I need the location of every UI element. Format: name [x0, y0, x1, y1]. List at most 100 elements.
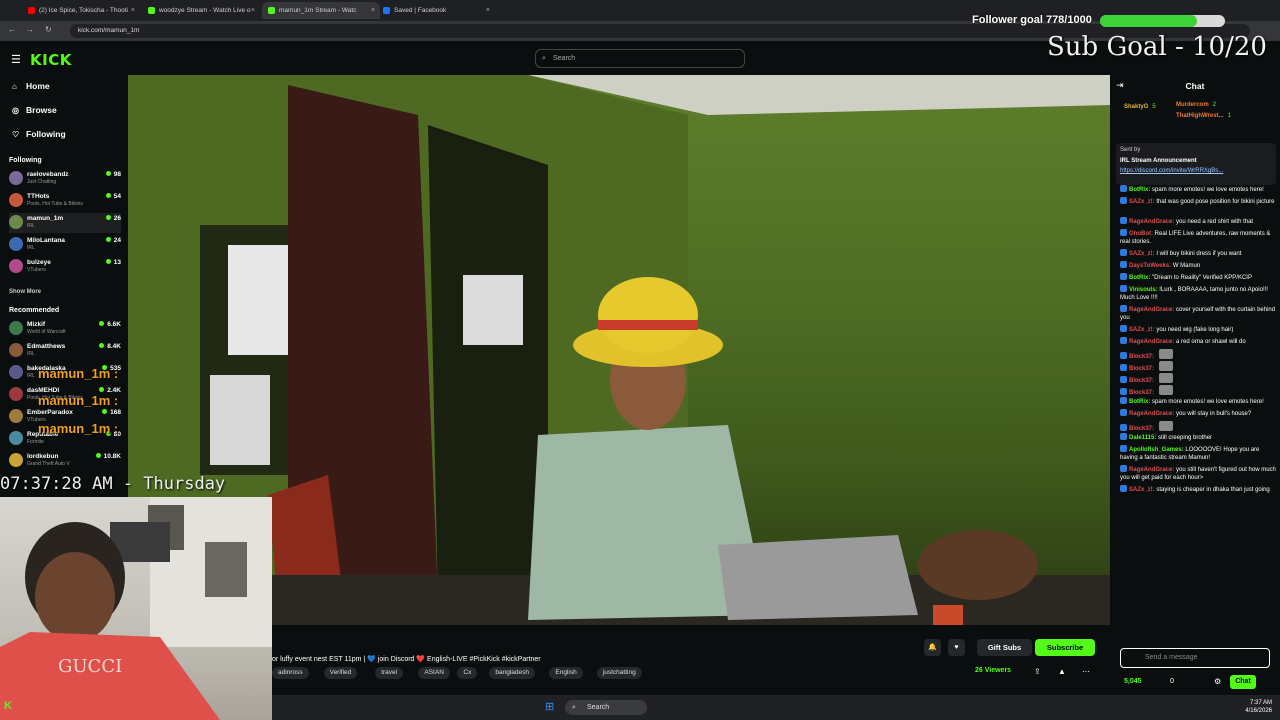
verified-badge-icon — [1120, 409, 1127, 416]
chat-username[interactable]: SAZx_z!: — [1129, 251, 1155, 257]
picture-frame — [205, 542, 247, 597]
chat-username[interactable]: RageAndGrace: — [1129, 467, 1174, 473]
sidebar-channel[interactable]: bulzeye VTubers 13 — [9, 257, 121, 277]
chat-username[interactable]: Dale1115: — [1129, 435, 1156, 441]
sidebar-channel[interactable]: Mizkif World of Warcraft 6.6K — [9, 319, 121, 339]
chat-username[interactable]: SAZx_z!: — [1129, 327, 1155, 333]
subscribe-button[interactable]: Subscribe — [1035, 639, 1095, 656]
chat-username[interactable]: Vinisouls: — [1129, 287, 1158, 293]
channel-points[interactable]: 5,045 — [1124, 678, 1142, 685]
browser-tab[interactable]: Saved | Facebook × — [377, 2, 495, 19]
sidebar-channel[interactable]: MiloLantana IRL 24 — [9, 235, 121, 255]
chat-send-button[interactable]: Chat — [1230, 675, 1256, 689]
tab-favicon-icon — [28, 7, 35, 14]
stream-tag[interactable]: Cx — [457, 667, 478, 679]
chat-message: BotRix: "Dream to Reality" Verified KPP/… — [1120, 273, 1276, 282]
sidebar-nav-following[interactable]: ♡ Following — [12, 129, 66, 139]
chat-message-input[interactable]: Send a message — [1120, 648, 1270, 668]
stream-tag[interactable]: justchatting — [596, 667, 642, 679]
back-icon[interactable]: ← — [8, 25, 16, 34]
stream-tag[interactable]: English — [549, 667, 583, 679]
tab-favicon-icon — [148, 7, 155, 14]
kick-logo[interactable]: KICK — [30, 51, 72, 69]
windows-start-icon[interactable]: ⊞ — [545, 700, 554, 713]
verified-badge-icon — [1120, 388, 1127, 395]
forward-icon[interactable]: → — [26, 25, 34, 34]
follow-heart-icon[interactable]: ♥ — [948, 639, 965, 656]
chat-username[interactable]: RageAndGrace: — [1129, 307, 1174, 313]
chat-text: you need a red shirt with that — [1176, 219, 1254, 225]
chat-username[interactable]: BotRix: — [1129, 399, 1150, 405]
channel-name: MiloLantana — [27, 237, 65, 244]
top-gifter: ThatHighWrest... 1 — [1176, 112, 1271, 120]
sidebar-channel[interactable]: mamun_1m IRL 26 — [9, 213, 121, 233]
sidebar-nav-browse[interactable]: ◎ Browse — [12, 105, 57, 115]
menu-icon[interactable]: ☰ — [11, 53, 21, 66]
stream-tag[interactable]: Verified — [323, 667, 358, 679]
chat-username[interactable]: GhoBot: — [1129, 231, 1153, 237]
announcement-link[interactable]: https://discord.com/invite/WrRRXgBs... — [1120, 167, 1276, 175]
search-input[interactable]: ⌕ Search — [535, 49, 745, 68]
gifter-count: 5 — [1152, 104, 1156, 110]
browser-tab[interactable]: woodzye Stream - Watch Live o × — [142, 2, 260, 19]
chat-username[interactable]: Block37: — [1129, 366, 1154, 372]
show-more-link[interactable]: Show More — [9, 289, 41, 295]
video-player[interactable] — [128, 75, 1110, 625]
chat-message: Block37: — [1120, 385, 1276, 397]
channel-category: Just Chatting — [27, 179, 57, 185]
chat-username[interactable]: RageAndGrace: — [1129, 339, 1174, 345]
close-icon[interactable]: × — [131, 7, 135, 14]
verified-badge-icon — [1120, 305, 1127, 312]
chat-username[interactable]: Block37: — [1129, 354, 1154, 360]
close-icon[interactable]: × — [371, 7, 375, 14]
avatar — [9, 259, 23, 273]
close-icon[interactable]: × — [486, 7, 490, 14]
channel-viewers: 54 — [106, 193, 121, 200]
chat-username[interactable]: Apollofish_Games: — [1129, 447, 1184, 453]
os-taskbar: ⊞ ⌕ Search 7:37 AM 4/16/2026 — [272, 695, 1280, 720]
chat-username[interactable]: SAZx_z!: — [1129, 199, 1155, 205]
stream-tag[interactable]: ASIAN — [418, 667, 450, 679]
share-icon[interactable]: ⇪ — [1034, 667, 1041, 676]
sidebar-nav-home[interactable]: ⌂ Home — [12, 81, 50, 91]
stream-tag[interactable]: bangladesh — [489, 667, 536, 679]
settings-gear-icon[interactable]: ⚙ — [1214, 677, 1221, 686]
chat-username[interactable]: BotRix: — [1129, 187, 1150, 193]
pinned-announcement[interactable]: Sent by IRL Stream Announcement https://… — [1116, 143, 1276, 185]
more-icon[interactable]: ⋯ — [1082, 667, 1090, 676]
chat-username[interactable]: RageAndGrace: — [1129, 219, 1174, 225]
gift-count-value: 0 — [1170, 678, 1174, 685]
browser-tab[interactable]: (2) Ice Spice, Tokischa - Thooti × — [22, 2, 140, 19]
chat-message: GhoBot: Real LIFE Live adventures, raw m… — [1120, 229, 1276, 246]
verified-badge-icon — [1120, 397, 1127, 404]
chat-username[interactable]: Block37: — [1129, 378, 1154, 384]
chat-username[interactable]: BotRix: — [1129, 275, 1150, 281]
channel-name: mamun_1m — [27, 215, 64, 222]
announcement-title: IRL Stream Announcement — [1120, 158, 1197, 164]
overlay-username: mamun_1m : — [38, 393, 119, 408]
chat-text: you will stay in bull's house? — [1176, 411, 1252, 417]
gift-count[interactable]: 0 — [1170, 678, 1174, 685]
sidebar-channel[interactable]: TTHots Pools, Hot Tubs & Bikinis 54 — [9, 191, 121, 211]
taskbar-search[interactable]: ⌕ Search — [565, 700, 647, 715]
close-icon[interactable]: × — [251, 7, 255, 14]
report-icon[interactable]: ▲ — [1058, 667, 1066, 676]
stream-tag[interactable]: travel — [375, 667, 404, 679]
browser-tab[interactable]: mamun_1m Stream - Watc × — [262, 2, 380, 19]
chat-username[interactable]: DaysToWeeks: — [1129, 263, 1171, 269]
chat-username[interactable]: SAZx_z!: — [1129, 487, 1155, 493]
sidebar-channel[interactable]: raelovebandz Just Chatting 98 — [9, 169, 121, 189]
bell-icon[interactable]: 🔔 — [924, 639, 941, 656]
sidebar-channel[interactable]: Edmatthews IRL 8.4K — [9, 341, 121, 361]
emote-icon — [1158, 421, 1173, 431]
sidebar-channel[interactable]: lordkebun Grand Theft Auto V 10.8K — [9, 451, 121, 471]
channel-name: TTHots — [27, 193, 50, 200]
reload-icon[interactable]: ↻ — [45, 25, 52, 34]
verified-badge-icon — [1120, 261, 1127, 268]
chat-username[interactable]: Block37: — [1129, 390, 1154, 396]
avatar — [9, 387, 23, 401]
chat-username[interactable]: RageAndGrace: — [1129, 411, 1174, 417]
chat-username[interactable]: Block37: — [1129, 426, 1154, 432]
gift-subs-button[interactable]: Gift Subs — [977, 639, 1032, 656]
stream-tag[interactable]: adinross — [272, 667, 309, 679]
